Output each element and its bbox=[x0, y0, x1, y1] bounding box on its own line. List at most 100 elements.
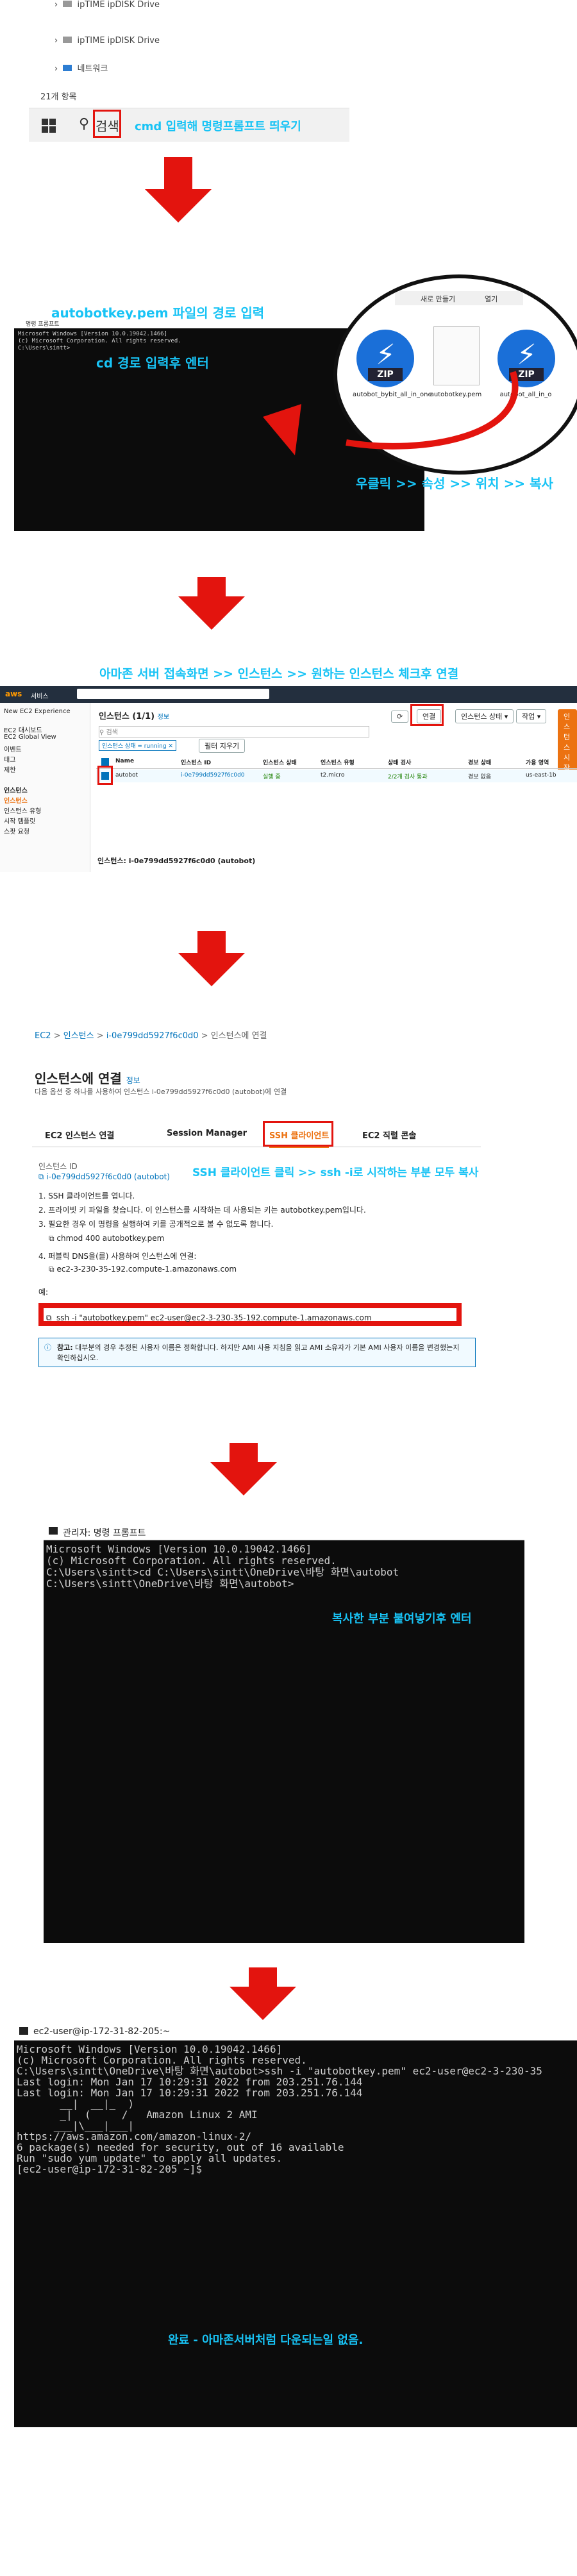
caption-copy-path: 우클릭 >> 속성 >> 위치 >> 복사 bbox=[356, 476, 553, 491]
term-line: C:\Users\sintt\OneDrive\바탕 화면\autobot>ss… bbox=[17, 2065, 542, 2077]
step-1: 1. SSH 클라이언트를 엽니다. bbox=[38, 1191, 135, 1200]
sidebar-item-instances[interactable]: 인스턴스 bbox=[4, 795, 28, 805]
instance-id-value[interactable]: ⧉ i-0e799dd5927f6c0d0 (autobot) bbox=[38, 1172, 170, 1182]
column-header[interactable]: 인스턴스 ID bbox=[181, 758, 211, 766]
info-icon: ⓘ bbox=[44, 1343, 51, 1352]
note-box: ⓘ 참고: 대부분의 경우 추정된 사용자 이름은 정확합니다. 하지만 AMI… bbox=[38, 1338, 476, 1367]
filter-chip-label: 인스턴스 상태 = running bbox=[102, 743, 167, 750]
breadcrumb-item[interactable]: EC2 bbox=[35, 1031, 51, 1041]
drive-icon bbox=[63, 1, 72, 7]
example-label: 예: bbox=[38, 1288, 49, 1297]
admin-cmd-window: 관리자: 명령 프롬프트 Microsoft Windows [Version … bbox=[44, 1523, 524, 1943]
tab-serial-console[interactable]: EC2 직렬 콘솔 bbox=[362, 1129, 416, 1141]
breadcrumb-item[interactable]: i-0e799dd5927f6c0d0 bbox=[106, 1031, 199, 1041]
cell-state: 실행 중 bbox=[263, 774, 281, 780]
sidebar-item[interactable]: EC2 Global View bbox=[4, 734, 56, 741]
caption-pem-path: autobotkey.pem 파일의 경로 입력 bbox=[51, 305, 265, 321]
actions-dropdown[interactable]: 작업 ▾ bbox=[516, 709, 547, 723]
search-icon: ⚲ bbox=[99, 729, 105, 736]
details-footer: 인스턴스: i-0e799dd5927f6c0d0 (autobot) bbox=[97, 857, 256, 865]
filter-chip[interactable]: 인스턴스 상태 = running ✕ bbox=[99, 740, 176, 751]
sidebar-item[interactable]: 스팟 요청 bbox=[4, 826, 29, 836]
network-icon bbox=[63, 65, 72, 71]
sidebar-item[interactable]: 시작 템플릿 bbox=[4, 816, 35, 825]
page-title: 인스턴스에 연결 정보 bbox=[35, 1068, 140, 1087]
copy-icon[interactable]: ⧉ bbox=[46, 1313, 52, 1323]
step-2: 2. 프라이빗 키 파일을 찾습니다. 이 인스턴스를 시작하는 데 사용되는 … bbox=[38, 1206, 366, 1215]
caption-paste-enter: 복사한 부분 붙여넣기후 엔터 bbox=[332, 1612, 472, 1626]
term-line: _| ( / Amazon Linux 2 AMI bbox=[17, 2109, 258, 2121]
term-line: 6 package(s) needed for security, out of… bbox=[17, 2141, 344, 2153]
instances-search-input[interactable]: ⚲ 검색 bbox=[99, 726, 369, 737]
term-prompt[interactable]: [ec2-user@ip-172-31-82-205 ~]$ bbox=[17, 2164, 542, 2175]
menu-item-open[interactable]: 열기 bbox=[485, 294, 498, 304]
refresh-icon[interactable]: ⟳ bbox=[391, 709, 409, 723]
aws-topbar: aws 서비스 bbox=[0, 686, 577, 703]
note-bold: 참고: bbox=[57, 1343, 73, 1352]
chmod-command[interactable]: ⧉ chmod 400 autobotkey.pem bbox=[49, 1234, 164, 1243]
caption-open-cmd: cmd 입력해 명령프롬프트 띄우기 bbox=[135, 120, 301, 133]
instance-state-dropdown[interactable]: 인스턴스 상태 ▾ bbox=[455, 709, 514, 723]
sidebar-item[interactable]: EC2 대시보드 bbox=[4, 725, 42, 734]
column-header[interactable]: 인스턴스 유형 bbox=[321, 758, 355, 766]
column-header[interactable]: 상태 검사 bbox=[388, 758, 411, 766]
info-link[interactable]: 정보 bbox=[158, 714, 169, 721]
header-checkbox[interactable] bbox=[101, 758, 109, 766]
ssh-command-box[interactable]: ⧉ ssh -i "autobotkey.pem" ec2-user@ec2-3… bbox=[38, 1303, 462, 1326]
caption-aws-instances: 아마존 서버 접속화면 >> 인스턴스 >> 원하는 인스턴스 체크후 연결 bbox=[99, 667, 459, 681]
checkbox-highlight-box bbox=[97, 766, 113, 785]
column-header[interactable]: Name bbox=[115, 758, 134, 764]
context-menu: 새로 만들기 열기 bbox=[395, 291, 523, 305]
chevron-right-icon: › bbox=[54, 0, 58, 10]
sidebar-item[interactable]: 인스턴스 유형 bbox=[4, 805, 41, 815]
term-line: Last login: Mon Jan 17 10:29:31 2022 fro… bbox=[17, 2076, 363, 2088]
cmd-line: C:\Users\sintt>cd C:\Users\sintt\OneDriv… bbox=[46, 1566, 399, 1578]
curved-arrow-icon bbox=[263, 371, 519, 455]
sidebar-item[interactable]: 제한 bbox=[4, 764, 15, 774]
caption-cd-enter: cd 경로 입력후 엔터 bbox=[96, 355, 209, 371]
column-header[interactable]: 경보 상태 bbox=[468, 758, 491, 766]
cmd-prompt[interactable]: C:\Users\sintt\OneDrive\바탕 화면\autobot> bbox=[46, 1578, 399, 1590]
copy-icon[interactable]: ⧉ bbox=[49, 1265, 54, 1274]
cell-instance-id[interactable]: i-0e799dd5927f6c0d0 bbox=[181, 772, 245, 779]
caption-ssh-copy: SSH 클라이언트 클릭 >> ssh -i로 시작하는 부분 모두 복사 bbox=[192, 1166, 479, 1179]
dns-value[interactable]: ⧉ ec2-3-230-35-192.compute-1.amazonaws.c… bbox=[49, 1265, 237, 1274]
nav-services[interactable]: 서비스 bbox=[31, 691, 49, 700]
caption-done: 완료 - 아마존서버처럼 다운되는일 없음. bbox=[168, 2334, 364, 2347]
sidebar-item[interactable]: 태그 bbox=[4, 754, 15, 764]
window-title: 관리자: 명령 프롬프트 bbox=[63, 1528, 146, 1538]
chevron-right-icon: › bbox=[54, 64, 58, 74]
instance-id-label: 인스턴스 ID bbox=[38, 1162, 78, 1171]
term-line: __| __|_ ) bbox=[17, 2098, 135, 2110]
dns-text: ec2-3-230-35-192.compute-1.amazonaws.com bbox=[56, 1265, 237, 1274]
menu-item-new[interactable]: 새로 만들기 bbox=[421, 294, 455, 304]
sidebar-item[interactable]: 이벤트 bbox=[4, 744, 22, 753]
table-row[interactable]: autobot i-0e799dd5927f6c0d0 실행 중 t2.micr… bbox=[96, 770, 577, 782]
sidebar-item[interactable]: New EC2 Experience bbox=[4, 708, 71, 715]
breadcrumb-current: 인스턴스에 연결 bbox=[210, 1031, 267, 1041]
windows-start-icon[interactable] bbox=[42, 119, 56, 133]
tree-item-iptime-disk[interactable]: › ipTIME ipDISK Drive bbox=[54, 0, 160, 10]
title-text: 인스턴스에 연결 bbox=[35, 1071, 122, 1086]
tree-item-network[interactable]: › 네트워크 bbox=[54, 62, 108, 74]
tab-session-manager[interactable]: Session Manager bbox=[167, 1129, 247, 1138]
copy-icon[interactable]: ⧉ bbox=[38, 1172, 44, 1181]
taskbar: ⚲ 검색 cmd 입력해 명령프롬프트 띄우기 bbox=[29, 108, 349, 142]
table-header: Name 인스턴스 ID 인스턴스 상태 인스턴스 유형 상태 검사 경보 상태… bbox=[96, 755, 577, 769]
panel-title: 인스턴스 (1/1) 정보 bbox=[99, 709, 169, 721]
term-line: ___|\___|___| bbox=[17, 2119, 135, 2132]
info-link[interactable]: 정보 bbox=[126, 1076, 140, 1085]
cmd-line: Microsoft Windows [Version 10.0.19042.14… bbox=[46, 1543, 312, 1555]
column-header[interactable]: 인스턴스 상태 bbox=[263, 758, 297, 766]
tree-item-ipdisk[interactable]: › ipTIME ipDISK Drive bbox=[54, 36, 160, 46]
tab-ec2-connect[interactable]: EC2 인스턴스 연결 bbox=[45, 1129, 114, 1141]
column-header[interactable]: 가용 영역 bbox=[526, 758, 549, 766]
breadcrumb-item[interactable]: 인스턴스 bbox=[63, 1031, 94, 1041]
ssh-window: ec2-user@ip-172-31-82-205:~ Microsoft Wi… bbox=[14, 2023, 577, 2427]
breadcrumb: EC2 > 인스턴스 > i-0e799dd5927f6c0d0 > 인스턴스에… bbox=[35, 1031, 267, 1041]
cmd-output: Microsoft Windows [Version 10.0.19042.14… bbox=[18, 331, 181, 352]
clear-filters-button[interactable]: 필터 지우기 bbox=[199, 739, 246, 753]
instance-id-text: i-0e799dd5927f6c0d0 (autobot) bbox=[46, 1172, 170, 1181]
aws-search-input[interactable] bbox=[77, 689, 269, 699]
copy-icon[interactable]: ⧉ bbox=[49, 1234, 54, 1243]
